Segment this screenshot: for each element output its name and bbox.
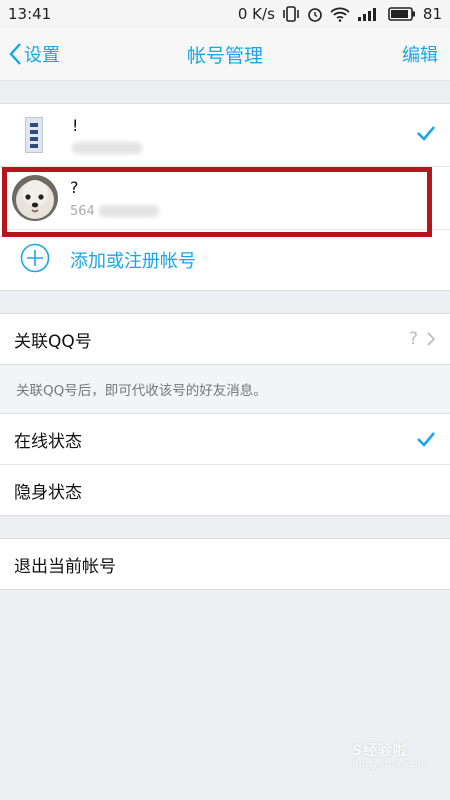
nav-bar: 设置 帐号管理 编辑	[0, 28, 450, 81]
avatar	[12, 175, 58, 221]
back-label: 设置	[24, 45, 60, 66]
chevron-right-icon	[427, 332, 436, 346]
status-bar: 13:41 0 K/s 81	[0, 0, 450, 28]
alarm-icon	[307, 6, 323, 22]
wifi-icon	[330, 6, 350, 22]
add-account-label: 添加或注册帐号	[70, 251, 196, 272]
account-name: !	[72, 116, 79, 135]
logout-group: 退出当前帐号	[0, 538, 450, 590]
page-title: 帐号管理	[186, 44, 263, 67]
linked-qq-value: ?	[408, 329, 418, 349]
linked-qq-row[interactable]: 关联QQ号 ?	[0, 314, 450, 364]
status-online-option[interactable]: 在线状态	[0, 414, 450, 464]
network-speed: 0 K/s	[237, 5, 275, 23]
edit-button[interactable]: 编辑	[402, 28, 438, 80]
watermark-logo: S经验啦 jingyanla.com	[351, 743, 428, 770]
linked-qq-group: 关联QQ号 ?	[0, 313, 450, 365]
redacted-id	[72, 142, 142, 154]
account-item-2[interactable]: ? 564	[0, 167, 450, 230]
battery-icon	[388, 6, 416, 22]
account-name: ?	[70, 177, 79, 197]
signal-icon	[357, 6, 381, 22]
selected-check-icon	[416, 431, 436, 447]
linked-qq-label: 关联QQ号	[14, 331, 92, 352]
add-circle-icon	[20, 243, 50, 277]
linked-qq-hint: 关联QQ号后，即可代收该号的好友消息。	[0, 365, 450, 413]
add-account-button[interactable]: 添加或注册帐号	[0, 230, 450, 290]
vibrate-icon	[282, 6, 300, 22]
status-time: 13:41	[8, 5, 52, 23]
status-label: 隐身状态	[14, 482, 82, 503]
account-item-1[interactable]: !	[0, 104, 450, 167]
status-invisible-option[interactable]: 隐身状态	[0, 464, 450, 515]
avatar	[25, 117, 43, 153]
status-options: 在线状态 隐身状态	[0, 413, 450, 516]
logout-button[interactable]: 退出当前帐号	[0, 539, 450, 589]
logout-label: 退出当前帐号	[14, 556, 116, 577]
selected-check-icon	[416, 125, 436, 145]
accounts-list: ! ? 564 添加或注册帐号	[0, 103, 450, 291]
battery-level: 81	[422, 5, 442, 23]
chevron-left-icon	[9, 43, 21, 65]
status-label: 在线状态	[14, 431, 82, 452]
account-id: 564	[70, 203, 95, 219]
back-button[interactable]: 设置	[8, 28, 60, 80]
redacted-id	[98, 205, 159, 217]
